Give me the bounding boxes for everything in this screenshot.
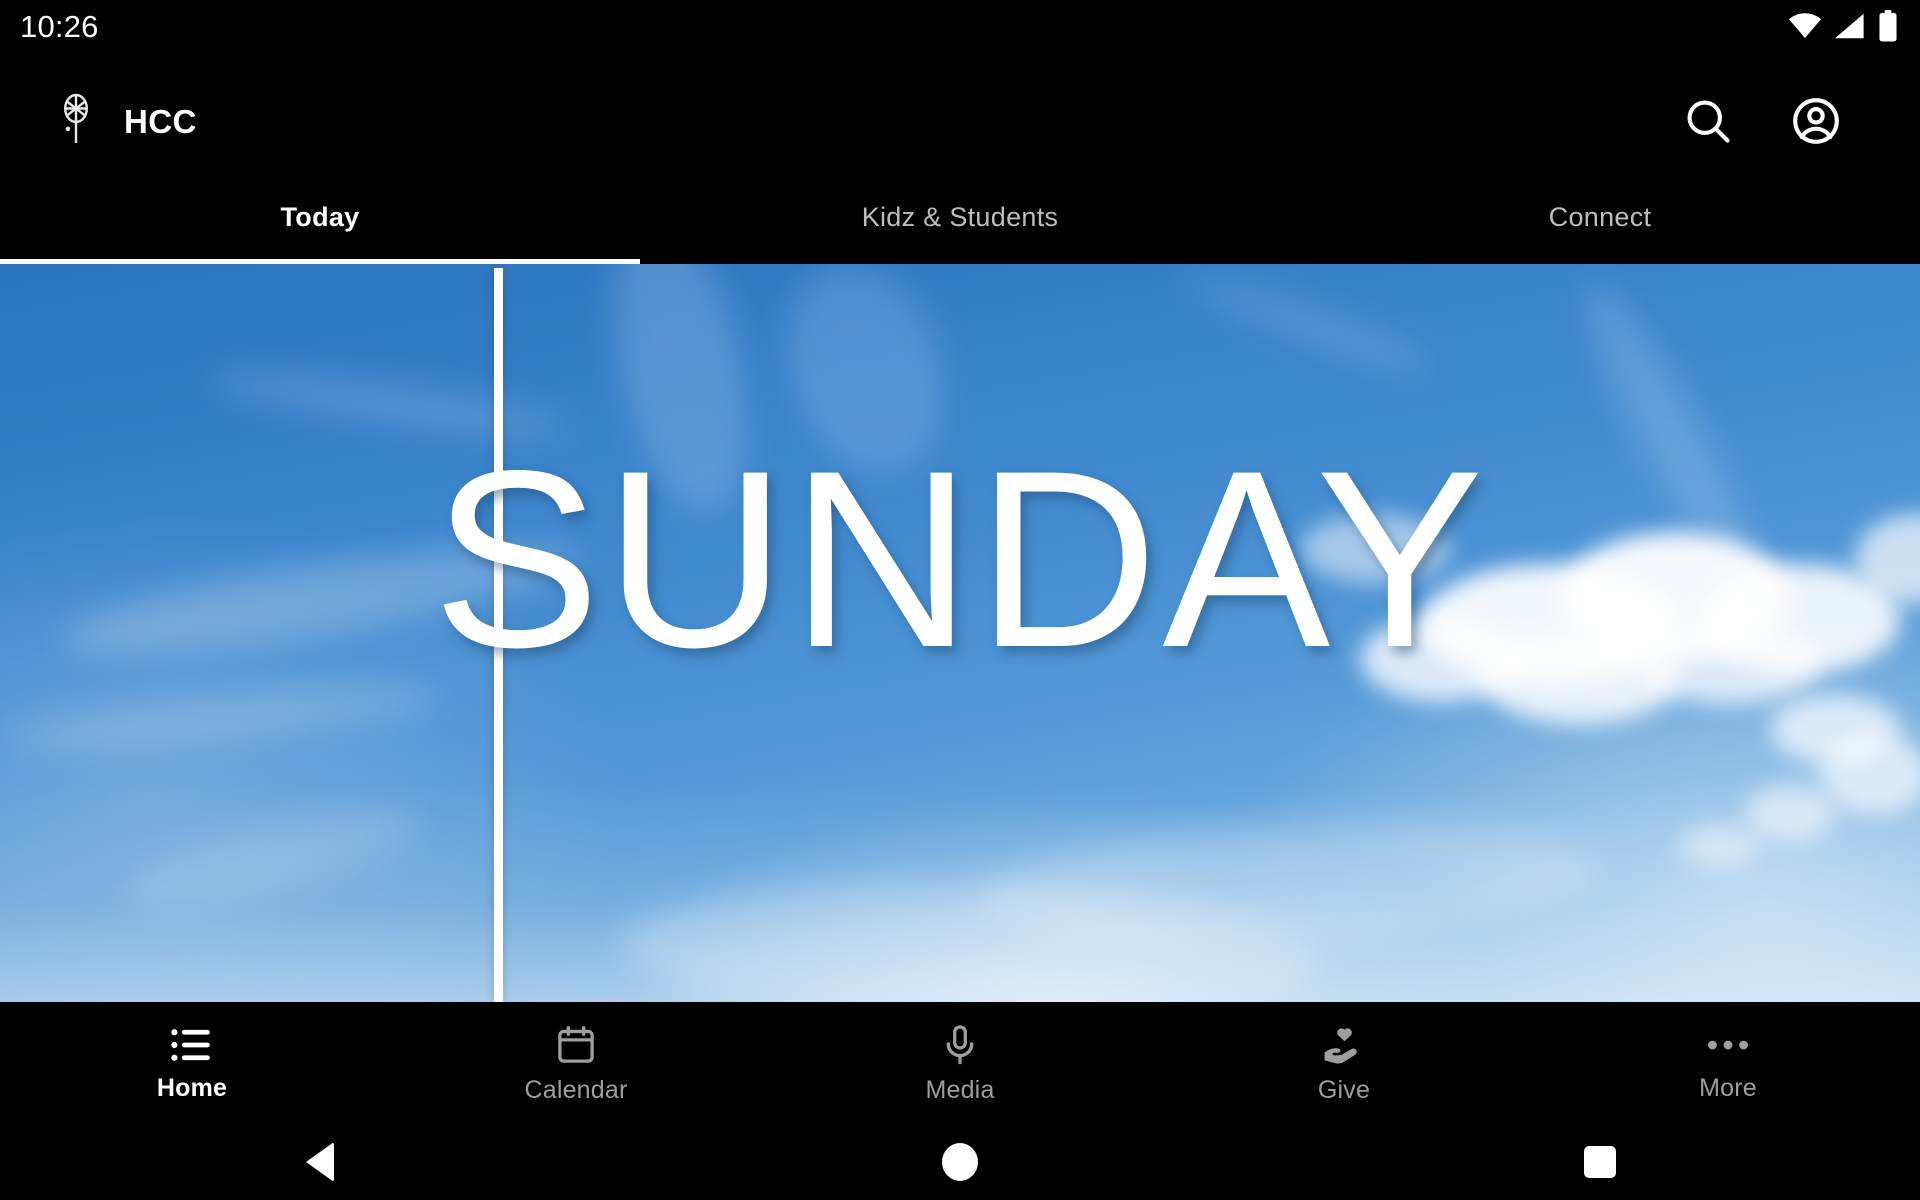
search-icon [1682, 100, 1734, 150]
more-horizontal-icon [1705, 1025, 1751, 1065]
nav-item-calendar-label: Calendar [524, 1076, 628, 1104]
hero-title: SUNDAY [432, 419, 1488, 700]
tab-bar: Today Kidz & Students Connect [0, 178, 1920, 264]
tab-active-indicator [0, 259, 640, 264]
tab-today-label: Today [280, 201, 360, 232]
tab-connect[interactable]: Connect [1280, 178, 1920, 264]
account-circle-icon [1790, 98, 1842, 150]
system-navigation-bar [0, 1124, 1920, 1200]
microphone-icon [938, 1023, 982, 1067]
nav-item-give-label: Give [1317, 1076, 1371, 1104]
app-title: HCC [124, 102, 197, 140]
triangle-back-icon [306, 1142, 334, 1182]
tab-kidz-students-label: Kidz & Students [861, 201, 1059, 232]
hand-heart-icon [1321, 1023, 1367, 1067]
nav-item-calendar[interactable]: Calendar [384, 1002, 768, 1124]
app-bar: HCC [0, 52, 1920, 190]
recents-button[interactable] [1280, 1124, 1920, 1200]
nav-item-home[interactable]: Home [0, 1002, 384, 1124]
nav-item-media-label: Media [925, 1076, 995, 1104]
tab-connect-label: Connect [1548, 201, 1652, 232]
nav-item-give[interactable]: Give [1152, 1002, 1536, 1124]
nav-item-media[interactable]: Media [768, 1002, 1152, 1124]
nav-item-more-label: More [1699, 1074, 1757, 1102]
app-screen: 10:26 HCC Today Kidz & Students Connect … [0, 0, 1920, 1200]
tab-today[interactable]: Today [0, 178, 640, 264]
home-button[interactable] [640, 1124, 1280, 1200]
square-recents-icon [1584, 1146, 1616, 1178]
circle-home-icon [942, 1143, 978, 1181]
bottom-navigation-bar: Home Calendar Media Give More [0, 1002, 1920, 1124]
list-icon [170, 1025, 214, 1065]
nav-item-home-label: Home [156, 1074, 228, 1102]
hcc-logo-icon [58, 92, 94, 151]
hero-banner[interactable]: SUNDAY [0, 264, 1920, 1002]
nav-item-more[interactable]: More [1536, 1002, 1920, 1124]
app-bar-actions [1682, 95, 1920, 147]
calendar-icon [554, 1023, 598, 1067]
tab-kidz-students[interactable]: Kidz & Students [640, 178, 1280, 264]
status-icon-group [1788, 10, 1898, 42]
status-clock: 10:26 [20, 8, 99, 44]
wifi-icon [1788, 13, 1822, 39]
battery-icon [1878, 10, 1898, 42]
cellular-signal-icon [1835, 13, 1865, 39]
account-button[interactable] [1790, 95, 1842, 147]
search-button[interactable] [1682, 95, 1734, 147]
back-button[interactable] [0, 1124, 640, 1200]
status-bar: 10:26 [0, 0, 1920, 52]
brand: HCC [0, 92, 197, 151]
